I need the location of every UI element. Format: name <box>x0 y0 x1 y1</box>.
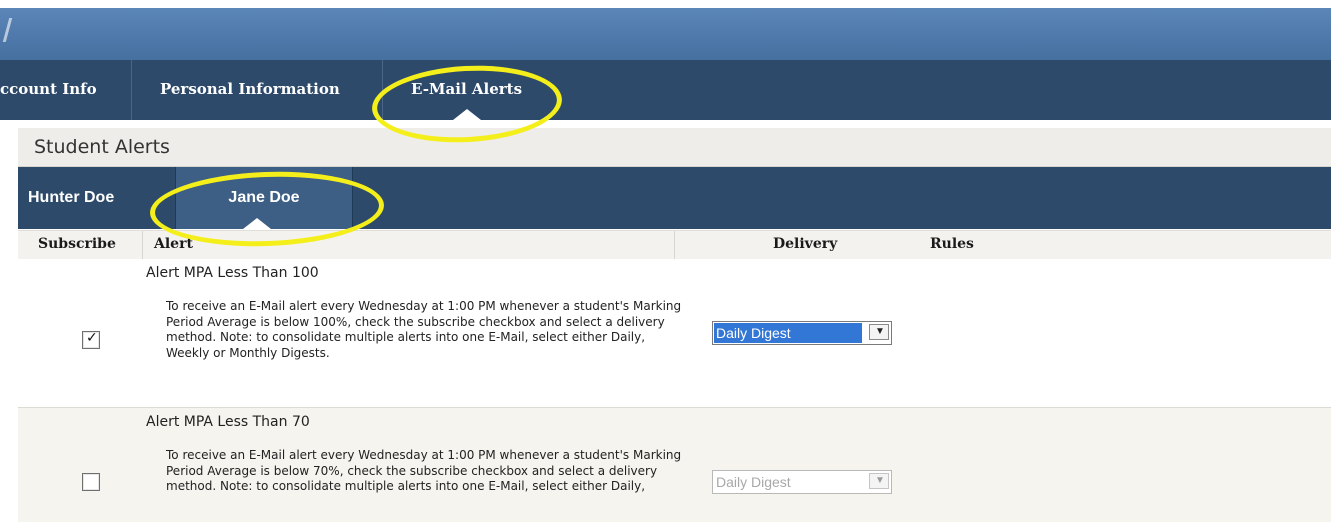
tab-personal-information[interactable]: Personal Information <box>160 60 340 120</box>
student-nav: Hunter Doe Jane Doe <box>18 167 1331 229</box>
active-tab-pointer <box>453 109 481 120</box>
delivery-select-value: Daily Digest <box>716 474 791 490</box>
alerts-table-header: Subscribe Alert Delivery Rules <box>18 230 1331 260</box>
column-header-subscribe: Subscribe <box>38 236 116 252</box>
tab-account-info[interactable]: ccount Info <box>0 60 97 120</box>
alert-description: To receive an E-Mail alert every Wednesd… <box>166 299 682 360</box>
check-icon: ✓ <box>86 330 98 346</box>
top-banner <box>0 8 1331 60</box>
delivery-select-value: Daily Digest <box>714 323 862 343</box>
column-divider <box>142 231 143 259</box>
dropdown-button[interactable]: ▼ <box>869 324 889 340</box>
alert-title: Alert MPA Less Than 70 <box>146 414 310 430</box>
chevron-down-icon: ▼ <box>875 326 885 337</box>
student-alerts-header: Student Alerts <box>18 128 1331 167</box>
column-header-rules: Rules <box>930 236 974 252</box>
chevron-down-icon: ▼ <box>875 475 885 486</box>
subscribe-checkbox[interactable] <box>82 473 100 491</box>
subscribe-checkbox[interactable]: ✓ <box>82 330 100 349</box>
nav-spacer <box>0 120 1331 128</box>
dropdown-button[interactable]: ▼ <box>869 473 889 489</box>
delivery-select[interactable]: Daily Digest ▼ <box>712 321 892 345</box>
column-header-alert: Alert <box>154 236 193 252</box>
tab-student-hunter-doe[interactable]: Hunter Doe <box>28 167 114 229</box>
column-divider <box>674 231 675 259</box>
active-student-pointer <box>243 218 271 229</box>
nav-separator <box>131 60 132 120</box>
column-header-delivery: Delivery <box>773 236 838 252</box>
alert-title: Alert MPA Less Than 100 <box>146 265 319 281</box>
banner-mark <box>2 18 13 42</box>
nav-separator <box>382 60 383 120</box>
page-title: Student Alerts <box>34 136 170 158</box>
alert-description: To receive an E-Mail alert every Wednesd… <box>166 448 682 493</box>
table-row: Alert MPA Less Than 100 To receive an E-… <box>18 259 1331 408</box>
main-nav: ccount Info Personal Information E-Mail … <box>0 60 1331 120</box>
table-row: Alert MPA Less Than 70 To receive an E-M… <box>18 408 1331 522</box>
delivery-select[interactable]: Daily Digest ▼ <box>712 470 892 494</box>
